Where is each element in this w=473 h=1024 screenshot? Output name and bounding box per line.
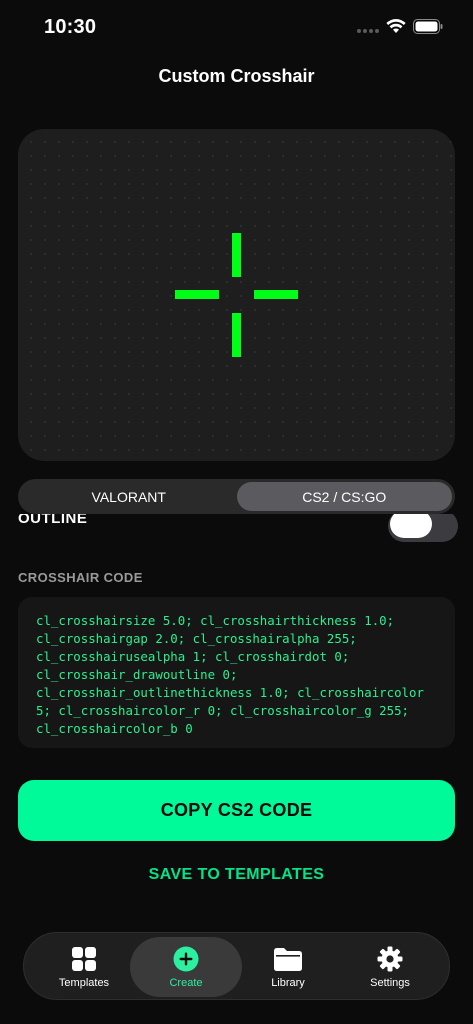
copy-code-button[interactable]: COPY CS2 CODE xyxy=(18,780,455,841)
segment-valorant[interactable]: VALORANT xyxy=(21,482,237,511)
status-time: 10:30 xyxy=(44,16,97,38)
tab-label: Library xyxy=(271,976,305,989)
crosshair-preview xyxy=(18,129,455,461)
folder-icon xyxy=(274,947,302,971)
page-title: Custom Crosshair xyxy=(158,66,315,86)
tab-create[interactable]: Create xyxy=(130,937,242,997)
tab-label: Settings xyxy=(370,976,410,989)
save-to-templates-button[interactable]: SAVE TO TEMPLATES xyxy=(0,866,473,884)
code-heading: CROSSHAIR CODE xyxy=(18,570,143,585)
game-segmented-control: VALORANT CS2 / CS:GO xyxy=(18,479,455,514)
crosshair-bottom-line xyxy=(232,313,241,357)
outline-label: OUTLINE xyxy=(18,514,88,527)
crosshair-top-line xyxy=(232,233,241,277)
grid-icon xyxy=(72,946,96,971)
status-bar: 10:30 xyxy=(0,0,473,54)
tab-bar: Templates Create Library Settings xyxy=(23,932,450,1000)
battery-icon xyxy=(413,19,443,34)
segment-cs2[interactable]: CS2 / CS:GO xyxy=(236,482,452,511)
code-box: cl_crosshairsize 5.0; cl_crosshairthickn… xyxy=(18,597,455,748)
crosshair-left-line xyxy=(175,290,219,299)
plus-circle-icon xyxy=(173,946,199,971)
cellular-signal-icon xyxy=(357,28,379,34)
tab-label: Templates xyxy=(58,976,110,989)
wifi-icon xyxy=(386,19,406,33)
tab-label: Create xyxy=(169,976,203,989)
tab-templates[interactable]: Templates xyxy=(28,937,140,997)
gear-icon xyxy=(377,946,403,971)
outline-toggle-knob xyxy=(390,514,432,538)
tab-settings[interactable]: Settings xyxy=(334,937,446,997)
screen: 10:30 Custom Crosshair VALORANT CS2 / CS… xyxy=(0,0,473,1024)
outline-toggle[interactable] xyxy=(388,514,458,542)
crosshair-code-text: cl_crosshairsize 5.0; cl_crosshairthickn… xyxy=(36,613,432,736)
outline-row: OUTLINE xyxy=(0,514,473,544)
crosshair-icon xyxy=(18,129,455,461)
crosshair-right-line xyxy=(254,290,298,299)
tab-library[interactable]: Library xyxy=(232,937,344,997)
